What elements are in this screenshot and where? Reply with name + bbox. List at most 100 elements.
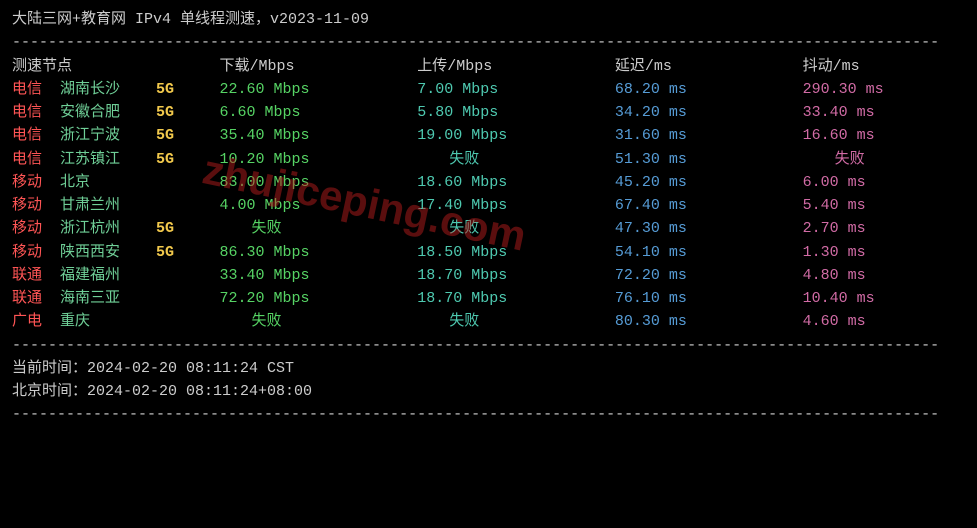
- download-cell: 失败: [220, 217, 418, 240]
- upload-cell: 18.70 Mbps: [417, 287, 615, 310]
- node-cell: 电信湖南长沙5G: [12, 78, 220, 101]
- tag-5g: [156, 264, 186, 287]
- table-row: 电信江苏镇江5G10.20 Mbps失败51.30 ms失败: [12, 148, 941, 171]
- tag-5g: [156, 171, 186, 194]
- jitter-cell: 失败: [803, 148, 941, 171]
- jitter-cell: 4.60 ms: [803, 310, 941, 333]
- upload-cell: 失败: [417, 148, 615, 171]
- beijing-time-value: 2024-02-20 08:11:24+08:00: [87, 383, 312, 400]
- jitter-cell-value: 4.60 ms: [803, 313, 866, 330]
- download-cell-value: 35.40 Mbps: [220, 127, 310, 144]
- latency-cell-value: 51.30 ms: [615, 151, 687, 168]
- jitter-cell: 16.60 ms: [803, 124, 941, 147]
- download-cell-value: 4.00 Mbps: [220, 197, 301, 214]
- download-cell: 33.40 Mbps: [220, 264, 418, 287]
- upload-cell-value: 失败: [417, 220, 479, 237]
- node-cell: 电信浙江宁波5G: [12, 124, 220, 147]
- node-cell: 移动甘肃兰州: [12, 194, 220, 217]
- download-cell: 72.20 Mbps: [220, 287, 418, 310]
- upload-cell-value: 18.70 Mbps: [417, 290, 507, 307]
- jitter-cell-value: 4.80 ms: [803, 267, 866, 284]
- latency-cell: 47.30 ms: [615, 217, 803, 240]
- current-time-label: 当前时间：: [12, 360, 87, 377]
- latency-cell: 34.20 ms: [615, 101, 803, 124]
- isp-name: 电信: [12, 148, 60, 171]
- jitter-cell-value: 1.30 ms: [803, 244, 866, 261]
- download-cell: 失败: [220, 310, 418, 333]
- jitter-cell: 1.30 ms: [803, 241, 941, 264]
- tag-5g: 5G: [156, 217, 186, 240]
- jitter-cell: 5.40 ms: [803, 194, 941, 217]
- header-latency: 延迟/ms: [615, 55, 803, 78]
- latency-cell-value: 31.60 ms: [615, 127, 687, 144]
- upload-cell-value: 19.00 Mbps: [417, 127, 507, 144]
- node-cell: 广电重庆: [12, 310, 220, 333]
- jitter-cell-value: 5.40 ms: [803, 197, 866, 214]
- latency-cell-value: 67.40 ms: [615, 197, 687, 214]
- node-cell: 移动陕西西安5G: [12, 241, 220, 264]
- node-cell: 电信江苏镇江5G: [12, 148, 220, 171]
- upload-cell-value: 17.40 Mbps: [417, 197, 507, 214]
- jitter-cell: 6.00 ms: [803, 171, 941, 194]
- city-name: 湖南长沙: [60, 78, 156, 101]
- latency-cell: 72.20 ms: [615, 264, 803, 287]
- footer-current-time: 当前时间：2024-02-20 08:11:24 CST: [12, 357, 941, 380]
- download-cell-value: 72.20 Mbps: [220, 290, 310, 307]
- tag-5g: 5G: [156, 101, 186, 124]
- latency-cell: 76.10 ms: [615, 287, 803, 310]
- upload-cell: 18.50 Mbps: [417, 241, 615, 264]
- latency-cell: 67.40 ms: [615, 194, 803, 217]
- node-cell: 联通海南三亚: [12, 287, 220, 310]
- footer-beijing-time: 北京时间：2024-02-20 08:11:24+08:00: [12, 380, 941, 403]
- download-cell: 6.60 Mbps: [220, 101, 418, 124]
- jitter-cell: 290.30 ms: [803, 78, 941, 101]
- city-name: 重庆: [60, 310, 156, 333]
- data-rows: 电信湖南长沙5G22.60 Mbps7.00 Mbps68.20 ms290.3…: [12, 78, 941, 334]
- jitter-cell-value: 16.60 ms: [803, 127, 875, 144]
- download-cell: 86.30 Mbps: [220, 241, 418, 264]
- upload-cell: 19.00 Mbps: [417, 124, 615, 147]
- isp-name: 联通: [12, 287, 60, 310]
- jitter-cell: 33.40 ms: [803, 101, 941, 124]
- latency-cell-value: 47.30 ms: [615, 220, 687, 237]
- tag-5g: 5G: [156, 241, 186, 264]
- upload-cell-value: 5.80 Mbps: [417, 104, 498, 121]
- node-cell: 电信安徽合肥5G: [12, 101, 220, 124]
- latency-cell: 31.60 ms: [615, 124, 803, 147]
- header-upload: 上传/Mbps: [417, 55, 615, 78]
- upload-cell-value: 18.50 Mbps: [417, 244, 507, 261]
- table-row: 电信安徽合肥5G6.60 Mbps5.80 Mbps 34.20 ms 33.40 …: [12, 101, 941, 124]
- tag-5g: [156, 194, 186, 217]
- jitter-cell: 4.80 ms: [803, 264, 941, 287]
- download-cell: 10.20 Mbps: [220, 148, 418, 171]
- latency-cell-value: 76.10 ms: [615, 290, 687, 307]
- header-download: 下载/Mbps: [220, 55, 418, 78]
- download-cell: 35.40 Mbps: [220, 124, 418, 147]
- upload-cell-value: 18.70 Mbps: [417, 267, 507, 284]
- table-row: 联通海南三亚72.20 Mbps18.70 Mbps76.10 ms10.40 …: [12, 287, 941, 310]
- upload-cell: 失败: [417, 217, 615, 240]
- upload-cell: 18.70 Mbps: [417, 264, 615, 287]
- upload-cell-value: 失败: [417, 313, 479, 330]
- latency-cell-value: 72.20 ms: [615, 267, 687, 284]
- divider-top: ----------------------------------------…: [12, 31, 941, 54]
- download-cell: 83.00 Mbps: [220, 171, 418, 194]
- jitter-cell-value: 6.00 ms: [803, 174, 866, 191]
- download-cell: 4.00 Mbps: [220, 194, 418, 217]
- table-row: 广电重庆失败失败80.30 ms4.60 ms: [12, 310, 941, 333]
- isp-name: 电信: [12, 101, 60, 124]
- download-cell-value: 83.00 Mbps: [220, 174, 310, 191]
- jitter-cell-value: 2.70 ms: [803, 220, 866, 237]
- download-cell-value: 失败: [220, 313, 282, 330]
- isp-name: 电信: [12, 124, 60, 147]
- isp-name: 广电: [12, 310, 60, 333]
- latency-cell: 54.10 ms: [615, 241, 803, 264]
- tag-5g: 5G: [156, 148, 186, 171]
- download-cell-value: 10.20 Mbps: [220, 151, 310, 168]
- table-row: 移动甘肃兰州4.00 Mbps 17.40 Mbps 67.40 ms 5.40 ms: [12, 194, 941, 217]
- isp-name: 联通: [12, 264, 60, 287]
- latency-cell-value: 34.20 ms: [615, 104, 687, 121]
- table-row: 移动浙江杭州5G失败失败47.30 ms2.70 ms: [12, 217, 941, 240]
- beijing-time-label: 北京时间：: [12, 383, 87, 400]
- latency-cell-value: 54.10 ms: [615, 244, 687, 261]
